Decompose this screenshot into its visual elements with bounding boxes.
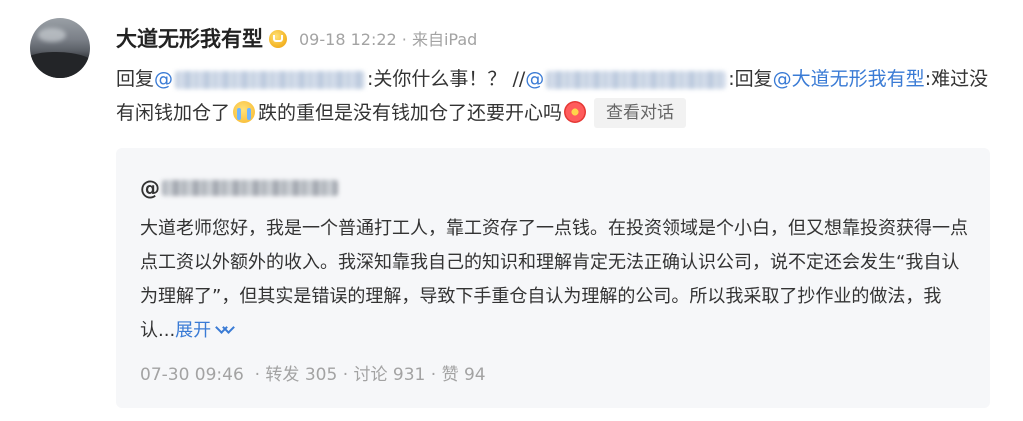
comment-count[interactable]: · 讨论 931 [343, 365, 426, 385]
quoted-body: 大道老师您好，我是一个普通打工人，靠工资存了一点钱。在投资领域是个小白，但又想靠… [140, 212, 970, 348]
blurred-username [175, 70, 366, 89]
avatar-sky [38, 28, 66, 42]
expand-link[interactable]: 展开 [175, 320, 237, 341]
mention-3[interactable]: @大道无形我有型 [773, 68, 925, 90]
username[interactable]: 大道无形我有型 [116, 23, 263, 53]
blurred-username [162, 180, 338, 196]
post-timestamp[interactable]: 09-18 12:22 [299, 30, 397, 49]
reply-text-1: 关你什么事！？ // [373, 68, 526, 90]
repost-count[interactable]: · 转发 305 [255, 365, 338, 385]
mention-2[interactable]: @ [525, 68, 728, 90]
quoted-post-card[interactable]: @ 大道老师您好，我是一个普通打工人，靠工资存了一点钱。在投资领域是个小白，但又… [116, 148, 990, 408]
flower-emoji-icon [564, 101, 587, 123]
quoted-date[interactable]: 07-30 09:46 [140, 365, 244, 385]
crying-emoji-icon [233, 101, 256, 123]
reply-prefix: 回复 [116, 68, 155, 90]
quoted-stats: 07-30 09:46 · 转发 305 · 讨论 931 · 赞 94 [140, 360, 486, 385]
view-conversation-button[interactable]: 查看对话 [594, 98, 687, 128]
quoted-author[interactable]: @ [140, 176, 340, 200]
reply-text-3: 跌的重但是没有钱加仓了还要开心吗 [258, 102, 563, 124]
post-text: 回复@:关你什么事！？ //@:回复@大道无形我有型:难过没有闲钱加仓了 跌的重但… [116, 62, 996, 130]
post-source: · 来自iPad [401, 30, 478, 49]
avatar-landscape [30, 52, 90, 78]
post-header: 大道无形我有型 09-18 12:22 · 来自iPad [116, 22, 477, 54]
quoted-text: 大道老师您好，我是一个普通打工人，靠工资存了一点钱。在投资领域是个小白，但又想靠… [140, 218, 968, 341]
vip-badge-icon[interactable] [269, 30, 287, 48]
colon-2: :回复 [728, 68, 773, 90]
avatar[interactable] [30, 18, 90, 78]
blurred-username [546, 70, 727, 89]
mention-1[interactable]: @ [154, 68, 367, 90]
quoted-at: @ [140, 176, 160, 200]
post-meta: 09-18 12:22 · 来自iPad [299, 26, 477, 50]
like-count[interactable]: · 赞 94 [431, 365, 486, 385]
